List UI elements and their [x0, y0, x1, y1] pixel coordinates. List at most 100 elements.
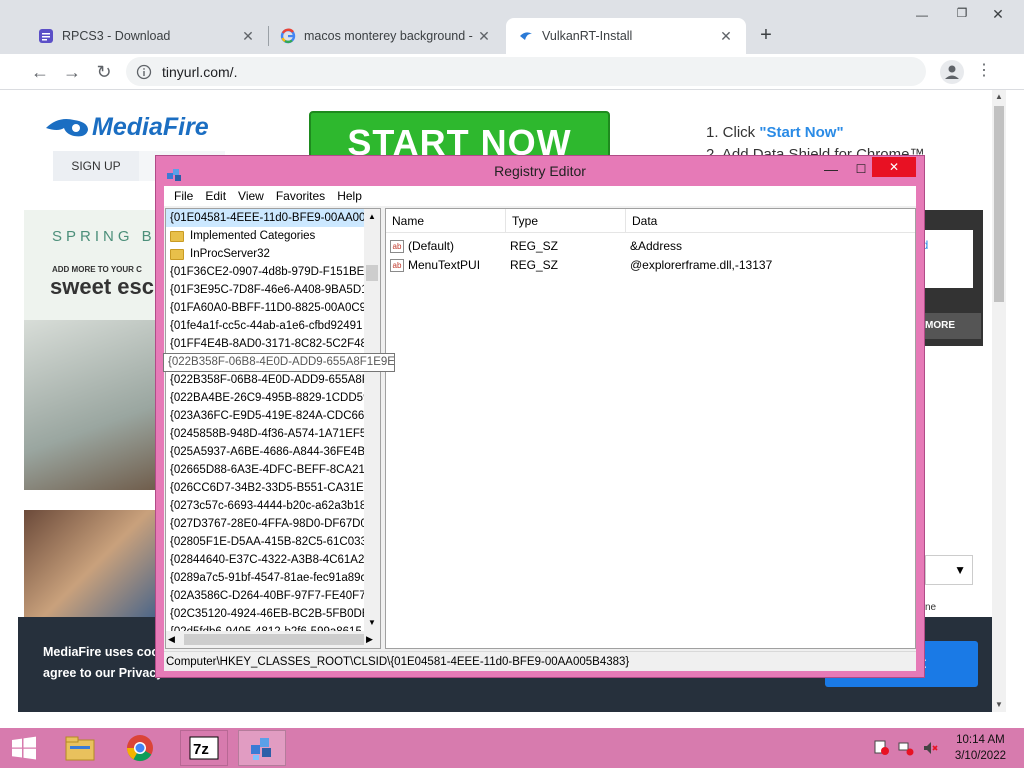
- tree-item[interactable]: {023A36FC-E9D5-419E-824A-CDC66A: [166, 407, 380, 425]
- tree-item[interactable]: {027D3767-28E0-4FFA-98D0-DF67D0(: [166, 515, 380, 533]
- spring-ad-banner[interactable]: SPRING B ADD MORE TO YOUR C sweet esc: [24, 210, 166, 490]
- registry-title-bar[interactable]: Registry Editor — ☐ ✕: [156, 156, 924, 186]
- system-clock[interactable]: 10:14 AM 3/10/2022: [955, 732, 1006, 764]
- scroll-right-icon[interactable]: ▶: [366, 631, 373, 648]
- signup-button[interactable]: SIGN UP: [53, 151, 139, 181]
- tree-item[interactable]: {01FF4E4B-8AD0-3171-8C82-5C2F48E: [166, 335, 380, 353]
- right-side-text: ne: [925, 602, 937, 613]
- value-row-default[interactable]: ab (Default) REG_SZ &Address: [386, 237, 915, 256]
- chrome-menu-icon[interactable]: ⋮: [976, 62, 992, 82]
- right-select-dropdown[interactable]: ▼: [925, 555, 973, 585]
- tab-vulkanrt[interactable]: VulkanRT-Install ✕: [506, 18, 746, 54]
- browser-toolbar: ← → ↻ tinyurl.com/. ⋮: [0, 54, 1024, 90]
- cookie-text-2: agree to our Privacy: [43, 666, 164, 680]
- clock-date: 3/10/2022: [954, 750, 1006, 762]
- close-tab-icon[interactable]: ✕: [240, 28, 256, 45]
- 7zip-taskbar-button[interactable]: 7z: [180, 730, 228, 766]
- back-arrow-icon[interactable]: ←: [28, 60, 52, 84]
- tree-item[interactable]: {02844640-E37C-4322-A3B8-4C61A2E: [166, 551, 380, 569]
- window-maximize-button[interactable]: ❐: [948, 6, 976, 26]
- ad-photo: [24, 320, 166, 490]
- tree-item[interactable]: {0245858B-948D-4f36-A574-1A71EF5: [166, 425, 380, 443]
- tree-item[interactable]: {02665D88-6A3E-4DFC-BEFF-8CA211: [166, 461, 380, 479]
- tree-vertical-scrollbar[interactable]: ▲ ▼: [364, 209, 380, 631]
- action-center-icon[interactable]: [874, 740, 890, 756]
- window-close-button[interactable]: ✕: [984, 6, 1012, 26]
- regedit-taskbar-button[interactable]: [238, 730, 286, 766]
- tree-item[interactable]: {022B358F-06B8-4E0D-ADD9-655A8F: [166, 371, 380, 389]
- tree-item-folder[interactable]: InProcServer32: [166, 245, 380, 263]
- chrome-taskbar-button[interactable]: [116, 730, 164, 766]
- close-tab-icon[interactable]: ✕: [718, 28, 734, 45]
- menu-view[interactable]: View: [232, 186, 270, 206]
- tree-scroll-thumb[interactable]: [366, 265, 378, 281]
- registry-tree-view[interactable]: {01E04581-4EEE-11d0-BFE9-00AA005 Implemen…: [165, 208, 381, 649]
- profile-icon[interactable]: [940, 60, 964, 84]
- window-title: Registry Editor: [494, 163, 586, 179]
- tree-horizontal-scrollbar[interactable]: ◀ ▶: [166, 631, 380, 648]
- scroll-up-icon[interactable]: ▲: [364, 209, 380, 225]
- tree-item[interactable]: {02A3586C-D264-40BF-97F7-FE40F7E: [166, 587, 380, 605]
- column-header-name[interactable]: Name: [386, 209, 506, 232]
- forward-arrow-icon[interactable]: →: [60, 60, 84, 84]
- scroll-down-icon[interactable]: ▼: [364, 615, 380, 631]
- tree-item[interactable]: {025A5937-A6BE-4686-A844-36FE4BE: [166, 443, 380, 461]
- file-explorer-button[interactable]: [56, 730, 104, 766]
- svg-text:7z: 7z: [193, 741, 209, 758]
- close-button[interactable]: ✕: [872, 157, 916, 177]
- scroll-left-icon[interactable]: ◀: [168, 631, 175, 648]
- volume-muted-icon[interactable]: [922, 740, 938, 756]
- window-minimize-button[interactable]: —: [908, 8, 936, 28]
- page-scrollbar[interactable]: ▲ ▼: [992, 90, 1006, 712]
- mediafire-logo[interactable]: MediaFire: [44, 112, 244, 142]
- menu-help[interactable]: Help: [331, 186, 368, 206]
- site-info-icon[interactable]: [136, 64, 152, 80]
- string-value-icon: ab: [390, 259, 404, 273]
- tree-item[interactable]: {01F3E95C-7D8F-46e6-A408-9BA5D1I: [166, 281, 380, 299]
- tab-label: VulkanRT-Install: [542, 29, 633, 43]
- scroll-up-icon[interactable]: ▲: [992, 90, 1006, 104]
- tree-hscroll-thumb[interactable]: [184, 634, 364, 645]
- 7zip-icon: 7z: [189, 736, 219, 760]
- tree-item[interactable]: {0289a7c5-91bf-4547-81ae-fec91a89c: [166, 569, 380, 587]
- tree-item[interactable]: {01E04581-4EEE-11d0-BFE9-00AA005: [166, 209, 380, 227]
- ad-headline: sweet esc: [50, 274, 154, 299]
- address-bar[interactable]: tinyurl.com/.: [126, 57, 926, 86]
- start-button[interactable]: [0, 730, 48, 766]
- value-row-menutextpui[interactable]: ab MenuTextPUI REG_SZ @explorerframe.dll,…: [386, 256, 915, 275]
- menu-edit[interactable]: Edit: [199, 186, 232, 206]
- column-header-data[interactable]: Data: [626, 209, 915, 232]
- scroll-down-icon[interactable]: ▼: [992, 698, 1006, 712]
- column-header-type[interactable]: Type: [506, 209, 626, 232]
- menu-file[interactable]: File: [168, 186, 199, 206]
- tree-item[interactable]: {022BA4BE-26C9-495B-8829-1CDD59: [166, 389, 380, 407]
- windows-logo-icon: [12, 736, 36, 760]
- list-header: Name Type Data: [386, 209, 915, 233]
- registry-editor-icon: [251, 738, 271, 760]
- tree-item[interactable]: {01fe4a1f-cc5c-44ab-a1e6-cfbd92491: [166, 317, 380, 335]
- status-bar: Computer\HKEY_CLASSES_ROOT\CLSID\{01E045…: [164, 651, 916, 671]
- reload-icon[interactable]: ↻: [92, 60, 116, 84]
- registry-values-list[interactable]: Name Type Data ab (Default) REG_SZ &Addre…: [385, 208, 916, 649]
- tab-rpcs3[interactable]: RPCS3 - Download ✕: [26, 18, 268, 54]
- scroll-thumb[interactable]: [994, 106, 1004, 302]
- menu-bar: File Edit View Favorites Help: [164, 186, 916, 206]
- tree-item[interactable]: {0273c57c-6693-4444-b20c-a62a3b18: [166, 497, 380, 515]
- taskbar: 7z 10:14 AM 3/10/2022: [0, 728, 1024, 768]
- menu-favorites[interactable]: Favorites: [270, 186, 331, 206]
- google-icon: [280, 28, 296, 44]
- new-tab-button[interactable]: +: [754, 24, 778, 48]
- tree-item[interactable]: {01F36CE2-0907-4d8b-979D-F151BE9: [166, 263, 380, 281]
- tree-item-folder[interactable]: Implemented Categories: [166, 227, 380, 245]
- tree-item[interactable]: {02C35120-4924-46EB-BC2B-5FB0DB(: [166, 605, 380, 623]
- network-icon[interactable]: [898, 740, 914, 756]
- tree-item[interactable]: {02805F1E-D5AA-415B-82C5-61C033A: [166, 533, 380, 551]
- close-tab-icon[interactable]: ✕: [476, 28, 492, 45]
- tree-item[interactable]: {01FA60A0-BBFF-11D0-8825-00A0C9: [166, 299, 380, 317]
- rpcs3-icon: [38, 28, 54, 44]
- tree-item[interactable]: {026CC6D7-34B2-33D5-B551-CA31EE: [166, 479, 380, 497]
- start-now-link[interactable]: "Start Now": [759, 124, 843, 141]
- ad-spring-text: SPRING B: [52, 228, 156, 245]
- tab-macos-monterey[interactable]: macos monterey background - G ✕: [268, 18, 504, 54]
- minimize-button[interactable]: —: [816, 156, 846, 184]
